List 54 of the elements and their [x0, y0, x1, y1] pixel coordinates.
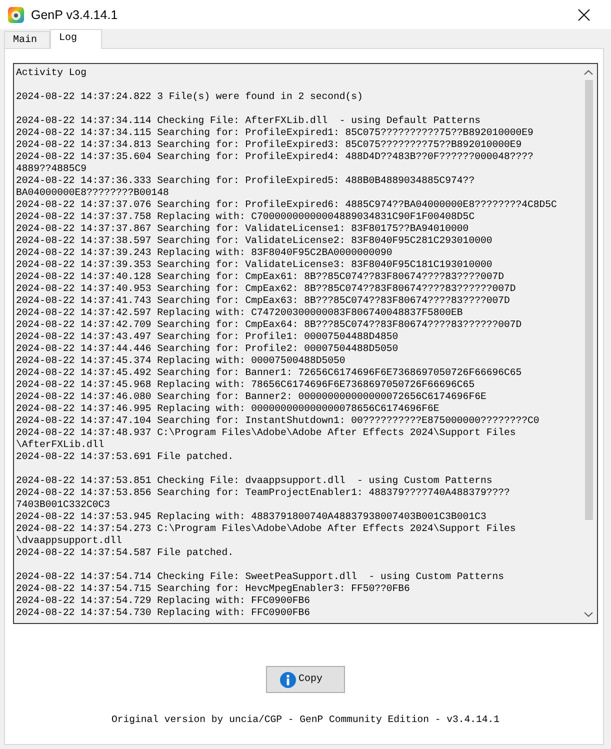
log-line: 2024-08-22 14:37:53.851 Checking File: dvaappsupport.dll - using Custom Patterns — [16, 475, 494, 487]
log-line: 2024-08-22 14:37:45.968 Replacing with: 78656C6174696F6E7368697050726F66696C65 — [16, 379, 476, 391]
log-line: 2024-08-22 14:37:48.937 C:\Program Files\Adobe\Adobe After Effects 2024\Support Files — [16, 427, 517, 439]
log-line: 2024-08-22 14:37:39.243 Replacing with: 83F8040F95C2BA0000000090 — [16, 247, 394, 259]
log-line: 2024-08-22 14:37:45.374 Replacing with: 00007500488D5050 — [16, 355, 346, 367]
chevron-down-icon — [584, 612, 593, 617]
log-line: 2024-08-22 14:37:54.587 File patched. — [16, 547, 235, 559]
info-icon — [280, 672, 296, 688]
log-line: 2024-08-22 14:37:24.822 3 File(s) were found in 2 second(s) — [16, 91, 364, 103]
log-line: 2024-08-22 14:37:37.076 Searching for: ProfileExpired6: 4885C974??BA04000000E8????????4C8D5C — [16, 199, 558, 211]
log-line: 2024-08-22 14:37:34.114 Checking File: AfterFXLib.dll - using Default Patterns — [16, 115, 482, 127]
tab[interactable]: Log — [50, 29, 102, 49]
log-line: 2024-08-22 14:37:54.730 Replacing with: FFC0900FB6 — [16, 607, 311, 619]
app-icon — [8, 6, 24, 22]
log-line: 2024-08-22 14:37:54.273 C:\Program Files\Adobe\Adobe After Effects 2024\Support Files — [16, 523, 517, 535]
log-line: 2024-08-22 14:37:39.353 Searching for: ValidateLicense3: 83F8040F95C181C193010000 — [16, 259, 494, 271]
log-line: 2024-08-22 14:37:40.128 Searching for: CmpEax61: 8B??85C074??83F80674????83????007D — [16, 271, 505, 283]
log-line: 2024-08-22 14:37:46.080 Searching for: Banner2: 000000000000000072656C6174696F6E — [16, 391, 488, 403]
log-line: 2024-08-22 14:37:35.604 Searching for: ProfileExpired4: 488D4D??483B??0F??????000048???? — [16, 151, 534, 163]
log-line: 2024-08-22 14:37:42.709 Searching for: CmpEax64: 8B???85C074??83F80674????83??????007D — [16, 319, 523, 331]
log-line: 2024-08-22 14:37:54.729 Replacing with: FFC0900FB6 — [16, 595, 311, 607]
close-icon — [578, 8, 590, 20]
log-line: 2024-08-22 14:37:46.995 Replacing with: 000000000000000078656C6174696F6E — [16, 403, 440, 415]
log-line: \AfterFXLib.dll — [16, 439, 106, 451]
footer-text: Original version by uncia/CGP - GenP Community Edition - v3.4.14.1 — [110, 714, 501, 725]
window-title: GenP v3.4.14.1 — [31, 8, 118, 22]
log-line: 2024-08-22 14:37:41.743 Searching for: CmpEax63: 8B???85C074??83F80674????83????007D — [16, 295, 511, 307]
log-line: BA04000000E8????????B00148 — [16, 187, 170, 199]
log-text-area[interactable] — [13, 63, 598, 624]
log-line: 2024-08-22 14:37:37.758 Replacing with: C70000000000004889034831C90F1F00408D5C — [16, 211, 476, 223]
log-line: 2024-08-22 14:37:38.597 Searching for: ValidateLicense2: 83F8040F95C281C293010000 — [16, 235, 494, 247]
log-line: 2024-08-22 14:37:54.714 Checking File: SweetPeaSupport.dll - using Custom Patterns — [16, 571, 505, 583]
log-line: 2024-08-22 14:37:36.333 Searching for: ProfileExpired5: 488B0B4889034885C974?? — [16, 175, 476, 187]
log-line: 2024-08-22 14:37:43.497 Searching for: Profile1: 00007504488D4850 — [16, 331, 400, 343]
log-line: 2024-08-22 14:37:42.597 Replacing with: C747200300000083F806740048837F5800EB — [16, 307, 464, 319]
log-line: 7403B001C332C0C3 — [16, 499, 112, 511]
log-line: 2024-08-22 14:37:40.953 Searching for: CmpEax62: 8B??85C074??83F80674????83??????007D — [16, 283, 517, 295]
log-line: 2024-08-22 14:37:45.492 Searching for: Banner1: 72656C6174696F6E7368697050726F66696C65 — [16, 367, 523, 379]
log-line: Activity Log — [16, 67, 88, 79]
tab[interactable]: Main — [4, 31, 50, 48]
log-line: 2024-08-22 14:37:53.945 Replacing with: 4883791800740A48837938007403B001C3B001C3 — [16, 511, 488, 523]
scrollbar-thumb[interactable] — [584, 80, 592, 520]
log-line: 2024-08-22 14:37:34.115 Searching for: ProfileExpired1: 85C075??????????75??B892010000E9 — [16, 127, 534, 139]
log-line: 2024-08-22 14:37:54.715 Searching for: HevcMpegEnabler3: FF50??0FB6 — [16, 583, 411, 595]
log-line: 2024-08-22 14:37:53.691 File patched. — [16, 451, 235, 463]
log-line: 4889??4885C9 — [16, 163, 88, 175]
copy-button[interactable]: Copy — [266, 666, 345, 693]
log-line: 2024-08-22 14:37:53.856 Searching for: TeamProjectEnabler1: 488379????740A488379???? — [16, 487, 511, 499]
log-line: 2024-08-22 14:37:34.813 Searching for: ProfileExpired3: 85C075????????75??B892010000E9 — [16, 139, 523, 151]
log-line: \dvaappsupport.dll — [16, 535, 123, 547]
log-line: 2024-08-22 14:37:37.867 Searching for: ValidateLicense1: 83F80175??BA94010000 — [16, 223, 470, 235]
chevron-up-icon — [584, 70, 593, 75]
log-line: 2024-08-22 14:37:44.446 Searching for: Profile2: 00007504488D5050 — [16, 343, 400, 355]
log-line: 2024-08-22 14:37:47.104 Searching for: InstantShutdown1: 00??????????E875000000????????C0 — [16, 415, 540, 427]
